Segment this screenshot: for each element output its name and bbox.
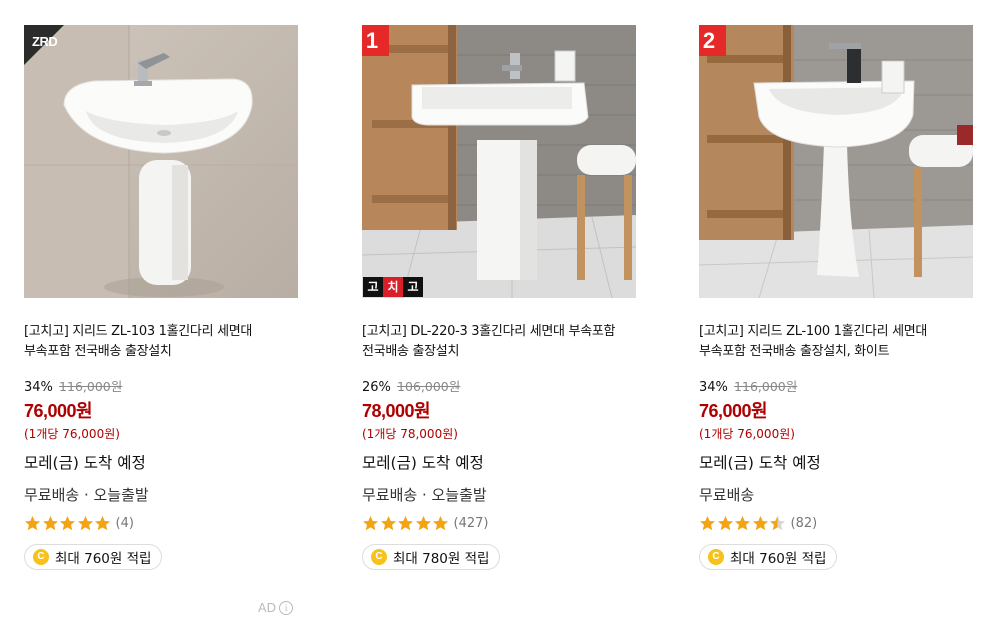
original-price: 116,000원	[734, 379, 798, 394]
price-row: 34% 116,000원	[24, 378, 298, 397]
star-icon	[398, 515, 413, 530]
review-count: (4)	[115, 515, 134, 531]
pedestal-sink-photo	[24, 25, 298, 298]
sale-price: 76,000원	[24, 401, 93, 421]
sale-price: 78,000원	[362, 401, 431, 421]
cashback-badge[interactable]: C 최대 760원 적립	[699, 544, 838, 570]
original-price: 106,000원	[397, 379, 461, 394]
star-icon	[42, 515, 58, 530]
star-icon	[735, 515, 750, 530]
price-row: 26% 106,000원	[362, 378, 636, 397]
product-image[interactable]: ZRD	[24, 25, 298, 298]
star-icon	[433, 515, 448, 530]
product-card[interactable]: 1 고 치 고 [고치고] DL-220-3 3홀긴다리 세면대 부속포함 전국…	[362, 25, 636, 570]
product-image[interactable]: 1 고 치 고	[362, 25, 636, 298]
rating: (4)	[24, 513, 298, 533]
cashback-badge[interactable]: C 최대 760원 적립	[24, 544, 163, 570]
coin-icon: C	[708, 549, 724, 565]
star-icon	[25, 515, 40, 530]
star-icon	[380, 515, 396, 530]
star-icon	[752, 515, 768, 530]
ad-text: AD	[258, 600, 277, 615]
star-rating	[24, 515, 112, 532]
star-icon	[770, 515, 785, 530]
rating: (427)	[362, 513, 636, 533]
star-icon	[363, 515, 378, 530]
cashback-badge[interactable]: C 최대 780원 적립	[362, 544, 501, 570]
gochigo-badge-char: 치	[383, 277, 403, 297]
product-title[interactable]: [고치고] 지리드 ZL-103 1홀긴다리 세면대 부속포함 전국배송 출장설…	[24, 322, 298, 362]
coin-icon: C	[371, 549, 387, 565]
rating: (82)	[699, 513, 973, 533]
product-card[interactable]: 2 [고치고] 지리드 ZL-100 1홀긴다리 세면대 부속포함 전국배송 출…	[699, 25, 973, 570]
discount-rate: 26%	[362, 380, 391, 395]
ad-label[interactable]: AD i	[258, 600, 294, 615]
cashback-label: 최대 780원 적립	[393, 551, 490, 567]
gochigo-badge-char: 고	[363, 277, 383, 297]
star-rating	[362, 515, 450, 532]
star-icon	[700, 515, 715, 530]
shipping-info: 무료배송 · 오늘출발	[362, 486, 487, 504]
review-count: (427)	[453, 515, 489, 531]
cashback-label: 최대 760원 적립	[730, 551, 827, 567]
star-rating	[699, 515, 787, 532]
discount-rate: 34%	[699, 380, 728, 395]
star-icon	[77, 515, 93, 530]
arrival-info: 모레(금) 도착 예정	[362, 454, 484, 472]
info-icon: i	[279, 600, 294, 615]
brand-logo: ZRD	[32, 34, 58, 49]
product-card[interactable]: ZRD [고치고] 지리드 ZL-103 1홀긴다리 세면대 부속포함 전국배송…	[24, 25, 298, 570]
gochigo-badge-char: 고	[403, 277, 423, 297]
rank-badge: 2	[699, 25, 726, 56]
product-title[interactable]: [고치고] 지리드 ZL-100 1홀긴다리 세면대 부속포함 전국배송 출장설…	[699, 322, 973, 362]
pedestal-sink-photo	[699, 25, 973, 298]
shipping-info: 무료배송 · 오늘출발	[24, 486, 149, 504]
price-row: 34% 116,000원	[699, 378, 973, 397]
cashback-label: 최대 760원 적립	[55, 551, 152, 567]
gochigo-badge: 고 치 고	[363, 277, 423, 297]
arrival-info: 모레(금) 도착 예정	[24, 454, 146, 472]
coin-icon: C	[33, 549, 49, 565]
pedestal-sink-photo	[362, 25, 636, 298]
product-title[interactable]: [고치고] DL-220-3 3홀긴다리 세면대 부속포함 전국배송 출장설치	[362, 322, 636, 362]
discount-rate: 34%	[24, 380, 53, 395]
unit-price: (1개당 76,000원)	[24, 427, 120, 441]
arrival-info: 모레(금) 도착 예정	[699, 454, 821, 472]
review-count: (82)	[790, 515, 818, 531]
original-price: 116,000원	[59, 379, 123, 394]
sale-price: 76,000원	[699, 401, 768, 421]
star-icon	[60, 515, 75, 530]
product-image[interactable]: 2	[699, 25, 973, 298]
shipping-info: 무료배송	[699, 486, 755, 504]
unit-price: (1개당 76,000원)	[699, 427, 795, 441]
unit-price: (1개당 78,000원)	[362, 427, 458, 441]
rank-badge: 1	[362, 25, 389, 56]
star-icon	[95, 515, 110, 530]
star-icon	[717, 515, 733, 530]
star-icon	[415, 515, 431, 530]
